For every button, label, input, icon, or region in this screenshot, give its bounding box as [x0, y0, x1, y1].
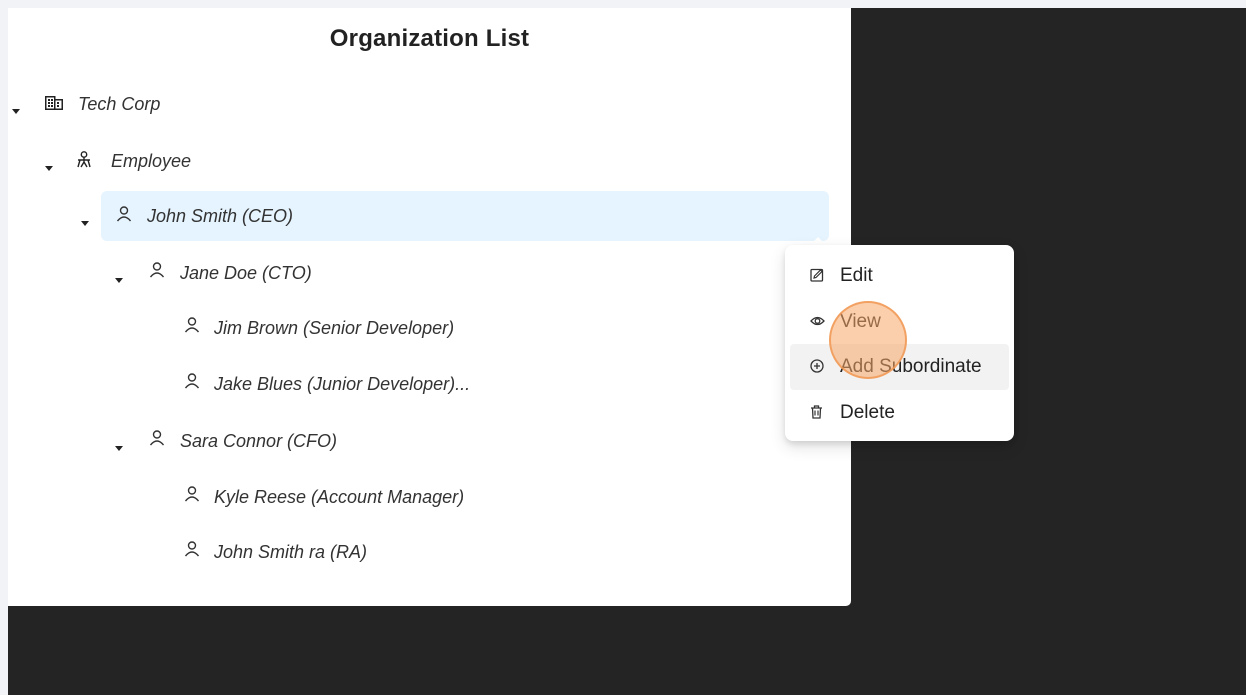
tree-node-label: Jane Doe (CTO)	[180, 262, 312, 283]
context-menu: Edit View Add Subordinate Delete	[785, 245, 1014, 441]
tree-node-label: John Smith ra (RA)	[214, 541, 368, 562]
trash-icon	[811, 405, 822, 419]
eye-icon	[810, 316, 825, 326]
tree-node-kyle-reese[interactable]: Kyle Reese (Account Manager)	[214, 472, 464, 522]
expand-caret-icon[interactable]	[81, 221, 89, 226]
user-icon	[184, 486, 200, 502]
edit-icon	[810, 268, 824, 282]
tree-node-label: Employee	[111, 150, 192, 171]
menu-item-add-subordinate[interactable]: Add Subordinate	[790, 344, 1009, 390]
tree-node-jim-brown[interactable]: Jim Brown (Senior Developer)	[214, 303, 454, 353]
menu-item-label: Add Subordinate	[840, 356, 982, 377]
tree-node-sara-connor[interactable]: Sara Connor (CFO)	[180, 416, 337, 466]
building-icon	[45, 96, 63, 110]
tree-node-label: Jim Brown (Senior Developer)	[214, 317, 455, 338]
tree-node-label: Jake Blues (Junior Developer)...	[214, 373, 471, 394]
user-icon	[149, 262, 165, 278]
menu-item-label: Delete	[840, 402, 895, 423]
tree-node-label: John Smith (CEO)	[147, 205, 294, 226]
user-icon	[184, 373, 200, 389]
menu-item-delete[interactable]: Delete	[790, 390, 1009, 436]
tree-node-john-smith-ra[interactable]: John Smith ra (RA)	[214, 527, 367, 577]
user-icon	[116, 206, 132, 222]
user-icon	[149, 430, 165, 446]
tree-node-jake-blues[interactable]: Jake Blues (Junior Developer)...	[214, 359, 470, 409]
menu-item-edit[interactable]: Edit	[790, 253, 1009, 299]
tree-node-label: Kyle Reese (Account Manager)	[214, 486, 465, 507]
tree-node-jane-doe[interactable]: Jane Doe (CTO)	[180, 248, 312, 298]
org-icon	[77, 151, 91, 168]
menu-item-view[interactable]: View	[790, 299, 1009, 345]
tree-node-label: Tech Corp	[78, 93, 161, 114]
expand-caret-icon[interactable]	[115, 278, 123, 283]
page-title: Organization List	[329, 25, 530, 52]
expand-caret-icon[interactable]	[45, 166, 53, 171]
tree-node-john-smith-ceo[interactable]: John Smith (CEO)	[147, 191, 293, 241]
user-icon	[184, 317, 200, 333]
menu-item-label: Edit	[840, 265, 873, 286]
organization-panel: Organization List Tech Corp Employee Joh…	[8, 8, 851, 606]
expand-caret-icon[interactable]	[115, 446, 123, 451]
plus-circle-icon	[810, 359, 824, 373]
tree-node-label: Sara Connor (CFO)	[180, 430, 338, 451]
user-icon	[184, 541, 200, 557]
tree-node-tech-corp[interactable]: Tech Corp	[78, 79, 160, 129]
tree-node-employee[interactable]: Employee	[111, 136, 191, 186]
context-menu-arrow	[810, 237, 826, 245]
expand-caret-icon[interactable]	[12, 109, 20, 114]
menu-item-label: View	[840, 311, 881, 332]
